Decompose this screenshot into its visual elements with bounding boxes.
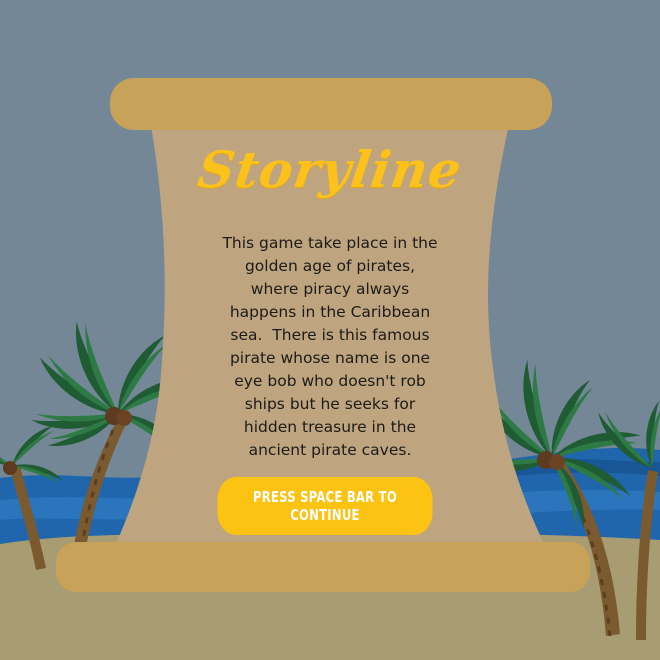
story-line: pirate whose name is one	[229, 349, 431, 367]
scroll-top-roll	[110, 78, 552, 130]
story-line: This game take place in the	[222, 234, 438, 252]
game-scene: Storyline This game take place in the go…	[0, 0, 660, 660]
story-line: hidden treasure in the	[243, 418, 417, 436]
continue-button[interactable]: PRESS SPACE BAR TO CONTINUE	[217, 477, 433, 535]
storyline-text: This game take place in the golden age o…	[195, 232, 465, 462]
scroll-bottom-roll	[56, 542, 590, 592]
story-line: where piracy always	[250, 280, 410, 298]
storyline-title: Storyline	[194, 140, 466, 199]
story-line: ancient pirate caves.	[248, 441, 412, 459]
story-line: sea. There is this famous	[230, 326, 430, 344]
story-line: golden age of pirates,	[244, 257, 416, 275]
story-line: happens in the Caribbean	[229, 303, 431, 321]
story-line: eye bob who doesn't rob	[234, 372, 426, 390]
story-line: ships but he seeks for	[244, 395, 416, 413]
